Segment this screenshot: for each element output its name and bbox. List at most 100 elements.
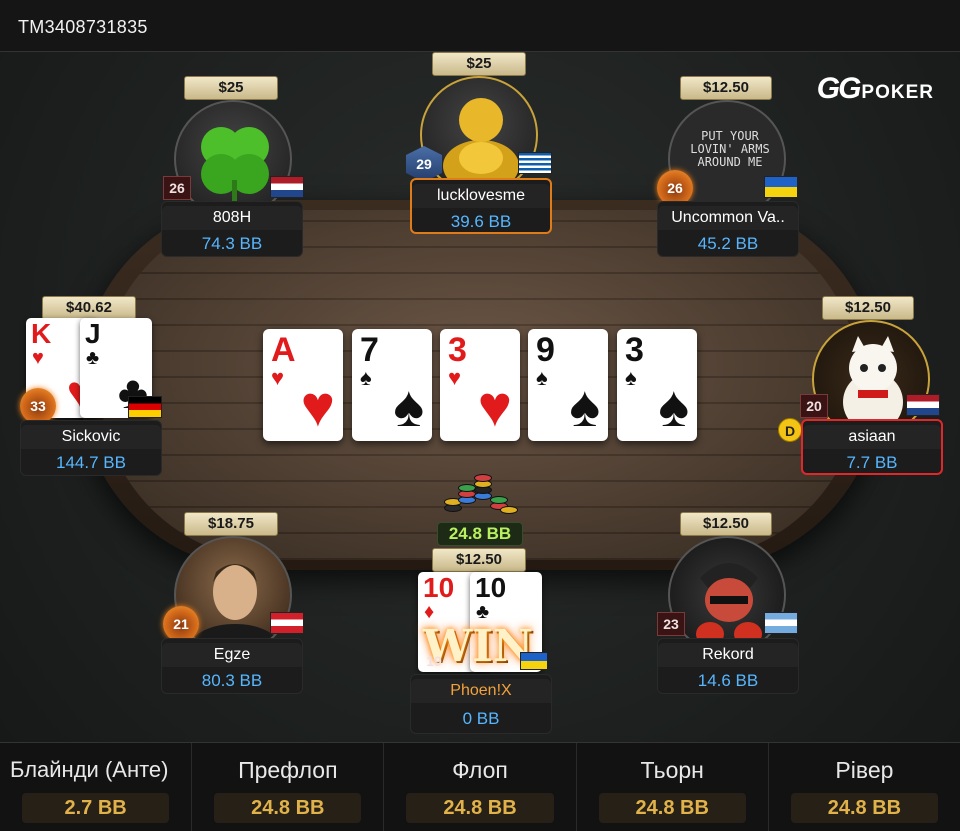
card-rank: J: [85, 318, 101, 349]
stage-label: Префлоп: [238, 757, 338, 783]
club-icon: ♣: [476, 601, 490, 623]
street-summary-bar: Блайнди (Анте) 2.7 BB Префлоп 24.8 BB Фл…: [0, 742, 960, 831]
level-badge: 33: [20, 388, 56, 424]
player-stack: 144.7 BB: [56, 453, 126, 472]
dealer-button: D: [778, 418, 802, 442]
stage-pot: 2.7 BB: [22, 793, 170, 823]
heart-icon: ♥: [32, 347, 44, 369]
card-rank: 7: [360, 331, 379, 369]
player-name: lucklovesme: [412, 184, 550, 208]
player-name: Sickovic: [21, 425, 161, 449]
pot-chips-icon: [440, 472, 520, 520]
spade-icon: ♠: [393, 374, 424, 439]
club-icon: ♣: [86, 347, 100, 369]
spade-icon: ♠: [569, 374, 600, 439]
bet-amount: $25: [432, 52, 526, 76]
stage-blinds[interactable]: Блайнди (Анте) 2.7 BB: [0, 743, 193, 831]
bet-amount: $12.50: [432, 548, 526, 572]
flag-icon: [764, 176, 798, 198]
board-card: 3 ♠ ♠: [617, 329, 697, 441]
heart-icon: ♥: [448, 365, 462, 390]
diamond-icon: ♦: [424, 601, 435, 623]
avatar: [420, 76, 538, 194]
stage-flop[interactable]: Флоп 24.8 BB: [384, 743, 577, 831]
stage-river[interactable]: Рівер 24.8 BB: [769, 743, 960, 831]
card-rank: 9: [536, 331, 555, 369]
board-card: 3 ♥ ♥: [440, 329, 520, 441]
ggpoker-logo: GG POKER: [817, 72, 934, 106]
player-name: 808H: [162, 206, 302, 230]
level-badge: 26: [163, 176, 191, 200]
player-stack: 14.6 BB: [697, 671, 759, 690]
heart-icon: ♥: [271, 365, 285, 390]
flag-icon: [906, 394, 940, 416]
stage-label: Тьорн: [640, 757, 704, 783]
card-rank: A: [271, 331, 296, 369]
avatar-text: PUT YOUR LOVIN' ARMS AROUND ME: [690, 129, 770, 169]
flag-icon: [128, 396, 162, 418]
board-card: 7 ♠ ♠: [352, 329, 432, 441]
stage-pot: 24.8 BB: [790, 793, 939, 823]
card-rank: K: [31, 318, 52, 349]
stage-label: Рівер: [835, 757, 894, 783]
player-info: 808H 74.3 BB: [161, 201, 303, 257]
bet-amount: $18.75: [184, 512, 278, 536]
player-name: asiaan: [803, 425, 941, 449]
player-stack: 80.3 BB: [201, 671, 263, 690]
player-info: Uncommon Va.. 45.2 BB: [657, 201, 799, 257]
player-info: Egze 80.3 BB: [161, 638, 303, 694]
player-name: Rekord: [658, 643, 798, 667]
stage-preflop[interactable]: Префлоп 24.8 BB: [192, 743, 385, 831]
stage-label: Блайнди (Анте): [10, 757, 169, 782]
card-rank: 10: [475, 572, 507, 603]
stage-pot: 24.8 BB: [406, 793, 554, 823]
buddha-icon: [443, 98, 519, 192]
player-stack: 39.6 BB: [450, 212, 512, 231]
flag-icon: [518, 152, 552, 174]
bet-amount: $12.50: [822, 296, 914, 320]
heart-icon: ♥: [477, 374, 512, 439]
player-name: Uncommon Va..: [658, 206, 798, 230]
hand-id: TM3408731835: [18, 17, 148, 37]
bet-amount: $40.62: [42, 296, 136, 320]
player-info: asiaan 7.7 BB: [801, 419, 943, 475]
spade-icon: ♠: [360, 365, 372, 390]
player-info: Phoen!X 0 BB: [410, 674, 552, 734]
level-badge: 20: [800, 394, 828, 418]
heart-icon: ♥: [300, 374, 335, 439]
level-badge: 19: [426, 653, 442, 669]
player-name: Egze: [162, 643, 302, 667]
player-info: Sickovic 144.7 BB: [20, 420, 162, 476]
card-rank: 3: [448, 331, 467, 369]
stage-label: Флоп: [452, 757, 508, 783]
avatar: [668, 536, 786, 654]
flag-icon: [270, 612, 304, 634]
header-bar: TM3408731835: [0, 0, 960, 52]
flag-icon: [270, 176, 304, 198]
bet-amount: $12.50: [680, 76, 772, 100]
player-stack: 7.7 BB: [846, 453, 898, 472]
level-badge: 23: [657, 612, 685, 636]
player-stack: 45.2 BB: [697, 234, 759, 253]
board-card: A ♥ ♥: [263, 329, 343, 441]
board-card: 9 ♠ ♠: [528, 329, 608, 441]
stage-pot: 24.8 BB: [598, 793, 746, 823]
stage-pot: 24.8 BB: [214, 793, 362, 823]
spade-icon: ♠: [658, 374, 689, 439]
pot-amount: 24.8 BB: [437, 522, 523, 546]
level-badge: 21: [163, 606, 199, 642]
player-stack: 0 BB: [462, 709, 500, 728]
flag-icon: [520, 652, 548, 670]
poker-hand-replay: TM3408731835 GG POKER $25 26 808H 74.3 B…: [0, 0, 960, 831]
player-info: Rekord 14.6 BB: [657, 638, 799, 694]
bet-amount: $25: [184, 76, 278, 100]
bet-amount: $12.50: [680, 512, 772, 536]
card-rank: 10: [423, 572, 455, 603]
stage-turn[interactable]: Тьорн 24.8 BB: [577, 743, 769, 831]
logo-text: POKER: [861, 82, 934, 103]
player-name: Phoen!X: [411, 679, 551, 703]
card-rank: 3: [625, 331, 644, 369]
spade-icon: ♠: [536, 365, 548, 390]
cartoon-avatar-icon: [696, 563, 762, 646]
flag-icon: [764, 612, 798, 634]
